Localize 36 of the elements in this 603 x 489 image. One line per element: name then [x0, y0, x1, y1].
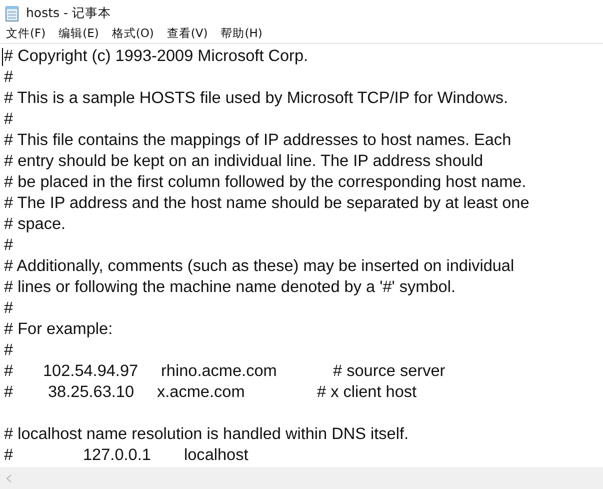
- text-line: 127.0.0.1: [83, 445, 151, 466]
- text-cursor: [2, 48, 3, 66]
- text-line: # be placed in the first column followed by the corresponding host name.: [4, 173, 526, 191]
- text-line: x.acme.com: [157, 382, 245, 403]
- text-line: #: [4, 445, 14, 466]
- text-line: # lines or following the machine name denoted by a '#' symbol.: [4, 278, 456, 296]
- text-line: # The IP address and the host name should be separated by at least one: [4, 194, 530, 212]
- scroll-left-icon[interactable]: [6, 474, 12, 482]
- menu-item[interactable]: 编辑(E): [58, 26, 99, 41]
- text-line: # This is a sample HOSTS file used by Microsoft TCP/IP for Windows.: [4, 89, 508, 107]
- notepad-icon: [5, 4, 19, 22]
- text-line: #: [4, 68, 14, 86]
- text-line: #: [4, 341, 14, 359]
- text-line: localhost: [184, 445, 248, 466]
- text-line: #: [4, 361, 14, 382]
- menu-item[interactable]: 文件(F): [6, 26, 46, 41]
- text-line: rhino.acme.com: [161, 361, 277, 382]
- text-line: #: [4, 236, 14, 254]
- menu-item[interactable]: 格式(O): [112, 26, 154, 41]
- text-line: #: [4, 382, 14, 403]
- text-line: #: [4, 299, 14, 317]
- text-line: # source server: [333, 361, 446, 382]
- text-line: # This file contains the mappings of IP addresses to host names. Each: [4, 131, 512, 149]
- window-title: hosts - 记事本: [26, 4, 111, 22]
- text-line: # Copyright (c) 1993-2009 Microsoft Corp.: [4, 47, 308, 65]
- text-line: # For example:: [4, 320, 113, 338]
- text-line: 102.54.94.97: [43, 361, 138, 382]
- text-line: # localhost name resolution is handled within DNS itself.: [4, 425, 409, 443]
- text-line: # space.: [4, 215, 66, 233]
- text-line: # Additionally, comments (such as these) may be inserted on individual: [4, 257, 514, 275]
- text-line: #: [4, 110, 14, 128]
- menu-item[interactable]: 帮助(H): [220, 26, 262, 41]
- menu-item[interactable]: 查看(V): [166, 26, 208, 41]
- text-line: # entry should be kept on an individual line. The IP address should: [4, 152, 484, 170]
- text-line: 38.25.63.10: [48, 382, 134, 403]
- text-line: # x client host: [317, 382, 417, 403]
